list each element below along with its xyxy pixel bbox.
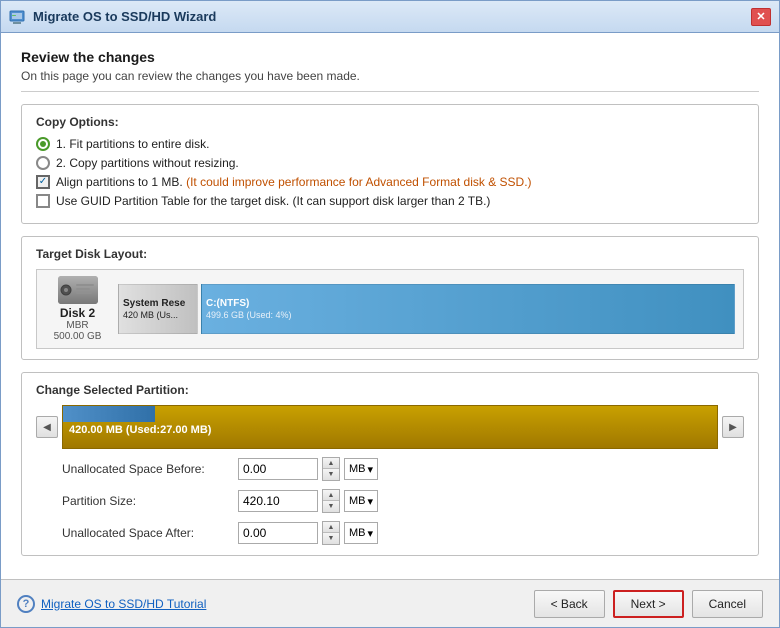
field2-spinner: ▲ ▼ — [322, 489, 340, 513]
change-partition-label: Change Selected Partition: — [36, 383, 744, 397]
field2-label: Partition Size: — [62, 489, 232, 513]
app-icon — [9, 8, 27, 26]
right-arrow-button[interactable]: ▶ — [722, 416, 744, 438]
field3-unit[interactable]: MB ▾ — [344, 522, 378, 544]
option-1-radio[interactable] — [36, 137, 50, 151]
field3-up-button[interactable]: ▲ — [323, 522, 339, 533]
field3-input-row: ▲ ▼ MB ▾ — [238, 521, 744, 545]
partition-system-size: 420 MB (Us... — [123, 310, 193, 320]
partition-visual-bar — [63, 406, 155, 422]
option-2-radio[interactable] — [36, 156, 50, 170]
field2-down-button[interactable]: ▼ — [323, 501, 339, 512]
option-3-label: Align partitions to 1 MB. (It could impr… — [56, 175, 532, 189]
option-4-checkbox[interactable] — [36, 194, 50, 208]
main-window: Migrate OS to SSD/HD Wizard ✕ Review the… — [0, 0, 780, 628]
help-icon[interactable]: ? — [17, 595, 35, 613]
content-area: Review the changes On this page you can … — [1, 33, 779, 579]
partition-c[interactable]: C:(NTFS) 499.6 GB (Used: 4%) — [201, 284, 735, 334]
field1-spinner: ▲ ▼ — [322, 457, 340, 481]
field1-unit[interactable]: MB ▾ — [344, 458, 378, 480]
option-4-label: Use GUID Partition Table for the target … — [56, 194, 490, 208]
change-partition-section: Change Selected Partition: ◀ 420.00 MB (… — [21, 372, 759, 556]
field1-down-button[interactable]: ▼ — [323, 469, 339, 480]
option-1-row[interactable]: 1. Fit partitions to entire disk. — [36, 137, 744, 151]
field3-label: Unallocated Space After: — [62, 521, 232, 545]
partition-visual-label: 420.00 MB (Used:27.00 MB) — [63, 422, 717, 438]
cancel-button[interactable]: Cancel — [692, 590, 763, 618]
target-disk-label: Target Disk Layout: — [36, 247, 744, 261]
field3-spinner: ▲ ▼ — [322, 521, 340, 545]
left-arrow-button[interactable]: ◀ — [36, 416, 58, 438]
partition-c-size: 499.6 GB (Used: 4%) — [206, 310, 730, 320]
partitions-container: System Rese 420 MB (Us... C:(NTFS) 499.6… — [118, 284, 735, 334]
copy-options-section: Copy Options: 1. Fit partitions to entir… — [21, 104, 759, 224]
window-title: Migrate OS to SSD/HD Wizard — [33, 9, 751, 24]
disk-type: MBR — [66, 320, 88, 331]
footer: ? Migrate OS to SSD/HD Tutorial < Back N… — [1, 579, 779, 627]
field3-input[interactable] — [238, 522, 318, 544]
footer-buttons: < Back Next > Cancel — [534, 590, 763, 618]
help-link[interactable]: Migrate OS to SSD/HD Tutorial — [41, 597, 206, 611]
option-4-row[interactable]: Use GUID Partition Table for the target … — [36, 194, 744, 208]
close-button[interactable]: ✕ — [751, 8, 771, 26]
partition-c-label: C:(NTFS) — [206, 298, 730, 309]
option-3-checkbox[interactable] — [36, 175, 50, 189]
field1-up-button[interactable]: ▲ — [323, 458, 339, 469]
disk-row: Disk 2 MBR 500.00 GB System Rese 420 MB … — [36, 269, 744, 349]
field1-input-row: ▲ ▼ MB ▾ — [238, 457, 744, 481]
titlebar: Migrate OS to SSD/HD Wizard ✕ — [1, 1, 779, 33]
copy-options-label: Copy Options: — [36, 115, 744, 129]
footer-left: ? Migrate OS to SSD/HD Tutorial — [17, 595, 534, 613]
back-button[interactable]: < Back — [534, 590, 605, 618]
page-header: Review the changes On this page you can … — [21, 49, 759, 92]
partition-visual: 420.00 MB (Used:27.00 MB) — [62, 405, 718, 449]
field2-input[interactable] — [238, 490, 318, 512]
field1-label: Unallocated Space Before: — [62, 457, 232, 481]
partition-system-label: System Rese — [123, 298, 193, 309]
partition-fields: Unallocated Space Before: ▲ ▼ MB ▾ Parti… — [62, 457, 744, 545]
disk-name: Disk 2 — [60, 306, 95, 320]
disk-size: 500.00 GB — [54, 331, 102, 342]
field3-down-button[interactable]: ▼ — [323, 533, 339, 544]
option-1-label: 1. Fit partitions to entire disk. — [56, 137, 209, 151]
page-title: Review the changes — [21, 49, 759, 65]
option-3-row[interactable]: Align partitions to 1 MB. (It could impr… — [36, 175, 744, 189]
page-subtitle: On this page you can review the changes … — [21, 69, 759, 83]
partition-system[interactable]: System Rese 420 MB (Us... — [118, 284, 198, 334]
disk-icon — [58, 276, 98, 304]
field2-unit[interactable]: MB ▾ — [344, 490, 378, 512]
field2-input-row: ▲ ▼ MB ▾ — [238, 489, 744, 513]
next-button[interactable]: Next > — [613, 590, 684, 618]
partition-slider-row: ◀ 420.00 MB (Used:27.00 MB) ▶ — [36, 405, 744, 449]
disk-icon-area: Disk 2 MBR 500.00 GB — [45, 276, 110, 342]
option-2-label: 2. Copy partitions without resizing. — [56, 156, 239, 170]
option-2-row[interactable]: 2. Copy partitions without resizing. — [36, 156, 744, 170]
field2-up-button[interactable]: ▲ — [323, 490, 339, 501]
target-disk-section: Target Disk Layout: — [21, 236, 759, 360]
field1-input[interactable] — [238, 458, 318, 480]
